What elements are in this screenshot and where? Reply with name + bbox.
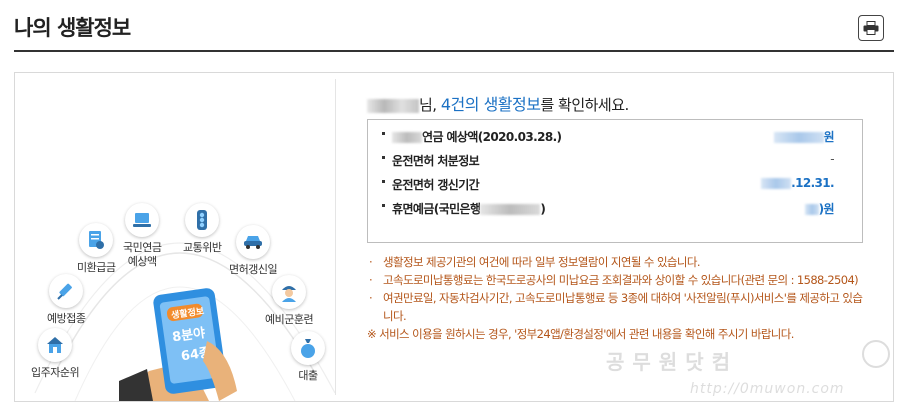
info-label: 운전면허 갱신기간 [392, 178, 480, 192]
info-label: 휴면예금(국민은행) [392, 202, 546, 216]
icon-item-license[interactable]: 면허갱신일 [229, 225, 278, 277]
watermark-text: 공무원닷컴 [606, 350, 738, 374]
icon-item-refund[interactable]: 미환급금 [77, 223, 116, 275]
notice-bullet: · [369, 291, 373, 305]
illustration: 국민연금 예상액 교통위반 미환급금 면허갱신일 예방접종 예비군훈련 입주자순… [15, 73, 335, 401]
icon-item-loan[interactable]: 대출 [291, 331, 325, 383]
page-title: 나의 생활정보 [14, 16, 131, 40]
notice-list: · 생활정보 제공기관의 여건에 따라 일부 정보열람이 지연될 수 있습니다. … [367, 253, 867, 343]
info-value[interactable]: 원 [773, 128, 835, 145]
notice-item: · 고속도로미납통행료는 한국도로공사의 미납요금 조회결과와 상이할 수 있습니… [369, 273, 859, 287]
icon-label: 입주자순위 [31, 366, 80, 379]
printer-icon [863, 21, 879, 35]
info-summary-box: 연금 예상액(2020.03.28.) 원 운전면허 처분정보 - 운전면허 갱… [367, 119, 863, 243]
bullet [382, 180, 385, 183]
print-button[interactable] [858, 15, 884, 41]
notice-item: · 생활정보 제공기관의 여건에 따라 일부 정보열람이 지연될 수 있습니다. [369, 255, 701, 269]
info-row-license-penalty[interactable]: 운전면허 처분정보 - [368, 150, 862, 174]
user-name-masked [367, 98, 419, 113]
info-value[interactable]: )원 [804, 200, 835, 217]
greeting-tail: 를 확인하세요. [540, 96, 629, 114]
info-row-pension[interactable]: 연금 예상액(2020.03.28.) 원 [368, 126, 862, 150]
watermark-logo [862, 340, 890, 368]
masked-value [761, 178, 792, 189]
greeting-count[interactable]: 4건의 생활정보 [441, 95, 541, 114]
icon-label: 대출 [298, 369, 318, 382]
car-icon [244, 236, 263, 249]
icon-item-pension[interactable]: 국민연금 예상액 [123, 203, 162, 269]
notice-bullet: · [369, 255, 373, 269]
masked-text [480, 204, 541, 215]
icon-label: 국민연금 예상액 [123, 241, 162, 268]
info-value: - [830, 152, 834, 166]
house-icon [47, 337, 64, 353]
syringe-icon [57, 283, 73, 300]
greeting: 님, 4건의 생활정보를 확인하세요. [367, 91, 629, 115]
masked-value [804, 204, 819, 215]
bullet [382, 156, 385, 159]
icon-item-traffic[interactable]: 교통위반 [183, 203, 222, 255]
info-value[interactable]: .12.31. [761, 176, 835, 190]
info-row-dormant-deposit[interactable]: 휴면예금(국민은행) )원 [368, 198, 862, 222]
info-label: 운전면허 처분정보 [392, 154, 480, 168]
phone-hand-illustration: 생활정보 8분야 64종 [119, 288, 237, 401]
panel-divider [335, 79, 336, 395]
bullet [382, 132, 385, 135]
masked-text [392, 132, 422, 143]
notice-item: · 여권만료일, 자동차검사기간, 고속도로미납통행료 등 3종에 대하여 '사전… [369, 291, 863, 323]
notice-bullet: · [369, 273, 373, 287]
traffic-light-icon [197, 210, 208, 230]
receipt-icon [89, 231, 105, 249]
money-bag-icon [301, 339, 315, 358]
soldier-icon [282, 286, 297, 302]
laptop-icon [133, 213, 152, 227]
greeting-suffix: 님, [419, 96, 437, 114]
watermark-url: http://0muwon.com [690, 381, 845, 397]
notice-special: ※ 서비스 이용을 원하시는 경우, '정부24앱/환경설정'에서 관련 내용을… [367, 327, 794, 341]
masked-value [773, 132, 824, 143]
icon-item-vaccination[interactable]: 예방접종 [47, 274, 86, 326]
life-info-panel: 국민연금 예상액 교통위반 미환급금 면허갱신일 예방접종 예비군훈련 입주자순… [14, 72, 894, 402]
info-label: 연금 예상액(2020.03.28.) [392, 128, 562, 145]
icon-item-housing[interactable]: 입주자순위 [31, 328, 80, 380]
icon-label: 미환급금 [77, 261, 116, 274]
icon-item-reserve[interactable]: 예비군훈련 [265, 275, 314, 327]
info-row-license-renewal[interactable]: 운전면허 갱신기간 .12.31. [368, 174, 862, 198]
icon-label: 예방접종 [47, 312, 86, 325]
icon-label: 교통위반 [183, 241, 222, 254]
icon-label: 예비군훈련 [265, 313, 314, 326]
title-divider [14, 50, 894, 52]
bullet [382, 204, 385, 207]
